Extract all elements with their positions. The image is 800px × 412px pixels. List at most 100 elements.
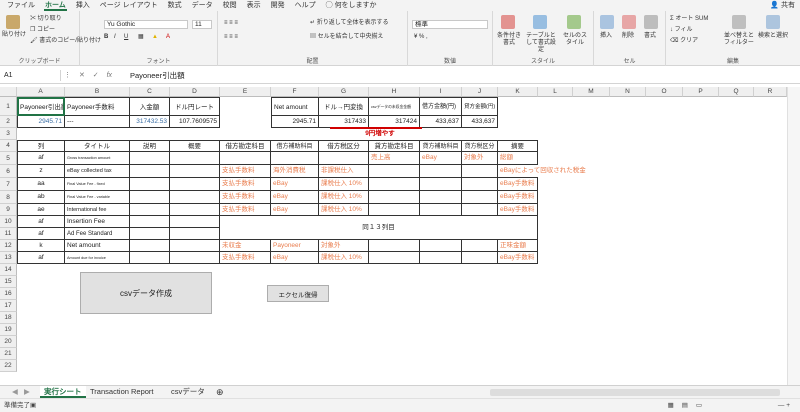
- col-header-j[interactable]: J: [462, 87, 498, 97]
- row-header-21[interactable]: 21: [0, 348, 17, 360]
- cell-a6[interactable]: z: [17, 165, 65, 178]
- cell-d4[interactable]: 概要: [170, 140, 220, 152]
- font-size-select[interactable]: 11: [192, 20, 212, 29]
- cell-b4[interactable]: タイトル: [65, 140, 130, 152]
- cell-c9[interactable]: [130, 204, 170, 216]
- tab-formulas[interactable]: 数式: [163, 0, 187, 11]
- cell-h1[interactable]: csvデータの未収金金額: [369, 97, 420, 116]
- cell-b7[interactable]: Final Value Fee - fixed: [65, 178, 130, 191]
- col-header-a[interactable]: A: [17, 87, 65, 97]
- cell-j4[interactable]: 貸方税区分: [462, 140, 498, 152]
- cell-j13[interactable]: [462, 252, 498, 264]
- row-header-18[interactable]: 18: [0, 312, 17, 324]
- cell-styles-button[interactable]: セルのスタイル: [561, 33, 589, 47]
- merged-note-cell[interactable]: 同１３列目: [220, 216, 538, 240]
- tab-page-layout[interactable]: ページ レイアウト: [95, 0, 163, 11]
- tab-file[interactable]: ファイル: [2, 0, 40, 11]
- col-header-n[interactable]: N: [610, 87, 646, 97]
- autosum-button[interactable]: Σ オート SUM: [670, 16, 708, 23]
- cell-e4[interactable]: 借方勘定科目: [220, 140, 271, 152]
- fx-icon[interactable]: ⋮ ✕ ✓ fx: [64, 70, 124, 81]
- note-increase-9-yen[interactable]: 9円増やす: [355, 128, 405, 140]
- cell-b13[interactable]: Amount due for invoice: [65, 252, 130, 264]
- col-header-h[interactable]: H: [369, 87, 420, 97]
- insert-cells-button[interactable]: 挿入: [600, 33, 612, 40]
- cell-g4[interactable]: 借方税区分: [319, 140, 369, 152]
- format-cells-button[interactable]: 書式: [644, 33, 656, 40]
- cell-i5[interactable]: eBay: [420, 152, 462, 165]
- row-header-3[interactable]: 3: [0, 128, 17, 140]
- cell-i8[interactable]: [420, 191, 462, 204]
- cell-g13[interactable]: 課税仕入 10%: [319, 252, 369, 264]
- col-header-l[interactable]: L: [538, 87, 573, 97]
- cell-c11[interactable]: [130, 228, 170, 240]
- cell-a7[interactable]: aa: [17, 178, 65, 191]
- cell-c5[interactable]: [130, 152, 170, 165]
- cell-b8[interactable]: Final Value Fee - variable: [65, 191, 130, 204]
- currency-icon[interactable]: ¥ % ,: [414, 34, 428, 41]
- row-header-11[interactable]: 11: [0, 228, 17, 240]
- cell-b12[interactable]: Net amount: [65, 240, 130, 252]
- cut-button[interactable]: ✂ 切り取り: [30, 16, 62, 23]
- sheet-tab-transaction-report[interactable]: Transaction Report: [86, 386, 158, 398]
- cell-k4[interactable]: 摘要: [498, 140, 538, 152]
- cell-e6[interactable]: 支払手数料: [220, 165, 271, 178]
- col-header-q[interactable]: Q: [719, 87, 754, 97]
- cell-d12[interactable]: [170, 240, 220, 252]
- row-header-6[interactable]: 6: [0, 165, 17, 178]
- col-header-c[interactable]: C: [130, 87, 170, 97]
- cell-i7[interactable]: [420, 178, 462, 191]
- fill-color-icon[interactable]: ▲: [152, 34, 158, 41]
- col-header-e[interactable]: E: [220, 87, 271, 97]
- tell-me-search[interactable]: ◯ 何をしますか: [321, 0, 382, 11]
- cell-k12[interactable]: 正味金額: [498, 240, 538, 252]
- row-header-13[interactable]: 13: [0, 252, 17, 264]
- cell-h4[interactable]: 貸方勘定科目: [369, 140, 420, 152]
- cell-e5[interactable]: [220, 152, 271, 165]
- cell-a9[interactable]: ae: [17, 204, 65, 216]
- row-header-8[interactable]: 8: [0, 191, 17, 204]
- cell-d10[interactable]: [170, 216, 220, 228]
- cell-b6[interactable]: eBay collected tax: [65, 165, 130, 178]
- row-header-17[interactable]: 17: [0, 300, 17, 312]
- row-header-4[interactable]: 4: [0, 140, 17, 152]
- tab-home[interactable]: ホーム: [40, 0, 71, 11]
- col-header-b[interactable]: B: [65, 87, 130, 97]
- cell-h6[interactable]: [369, 165, 420, 178]
- cell-a2[interactable]: 2945.71: [17, 116, 65, 128]
- cell-h13[interactable]: [369, 252, 420, 264]
- row-header-14[interactable]: 14: [0, 264, 17, 276]
- conditional-format-button[interactable]: 条件付き書式: [495, 33, 523, 47]
- cell-a1[interactable]: Payoneer引出額: [17, 97, 65, 116]
- col-header-m[interactable]: M: [573, 87, 610, 97]
- vertical-scrollbar[interactable]: [787, 87, 800, 385]
- cell-d7[interactable]: [170, 178, 220, 191]
- cell-c10[interactable]: [130, 216, 170, 228]
- cell-f4[interactable]: 借方補助科目: [271, 140, 319, 152]
- cell-h9[interactable]: [369, 204, 420, 216]
- cell-k5[interactable]: 総額: [498, 152, 538, 165]
- row-header-12[interactable]: 12: [0, 240, 17, 252]
- cell-b10[interactable]: Insertion Fee: [65, 216, 130, 228]
- cell-i13[interactable]: [420, 252, 462, 264]
- cell-e13[interactable]: 支払手数料: [220, 252, 271, 264]
- cell-f1[interactable]: Net amount: [271, 97, 319, 116]
- underline-button[interactable]: U: [124, 34, 128, 41]
- align-left-icon[interactable]: ≡ ≡ ≡: [224, 34, 238, 41]
- clear-button[interactable]: ⌫ クリア: [670, 38, 698, 45]
- cell-c2[interactable]: 317432.53: [130, 116, 170, 128]
- cell-k13[interactable]: eBay手数料: [498, 252, 538, 264]
- cell-c12[interactable]: [130, 240, 170, 252]
- tab-review[interactable]: 校閲: [218, 0, 242, 11]
- row-header-19[interactable]: 19: [0, 324, 17, 336]
- cell-g9[interactable]: 課税仕入 10%: [319, 204, 369, 216]
- cell-j8[interactable]: [462, 191, 498, 204]
- formula-input[interactable]: Payoneer引出額: [130, 70, 185, 81]
- cell-b1[interactable]: Payoneer手数料: [65, 97, 130, 116]
- cell-a11[interactable]: af: [17, 228, 65, 240]
- cell-h8[interactable]: [369, 191, 420, 204]
- cell-a13[interactable]: af: [17, 252, 65, 264]
- col-header-r[interactable]: R: [754, 87, 787, 97]
- merge-center-button[interactable]: ▤ セルを結合して中央揃え: [310, 34, 384, 41]
- cell-h12[interactable]: [369, 240, 420, 252]
